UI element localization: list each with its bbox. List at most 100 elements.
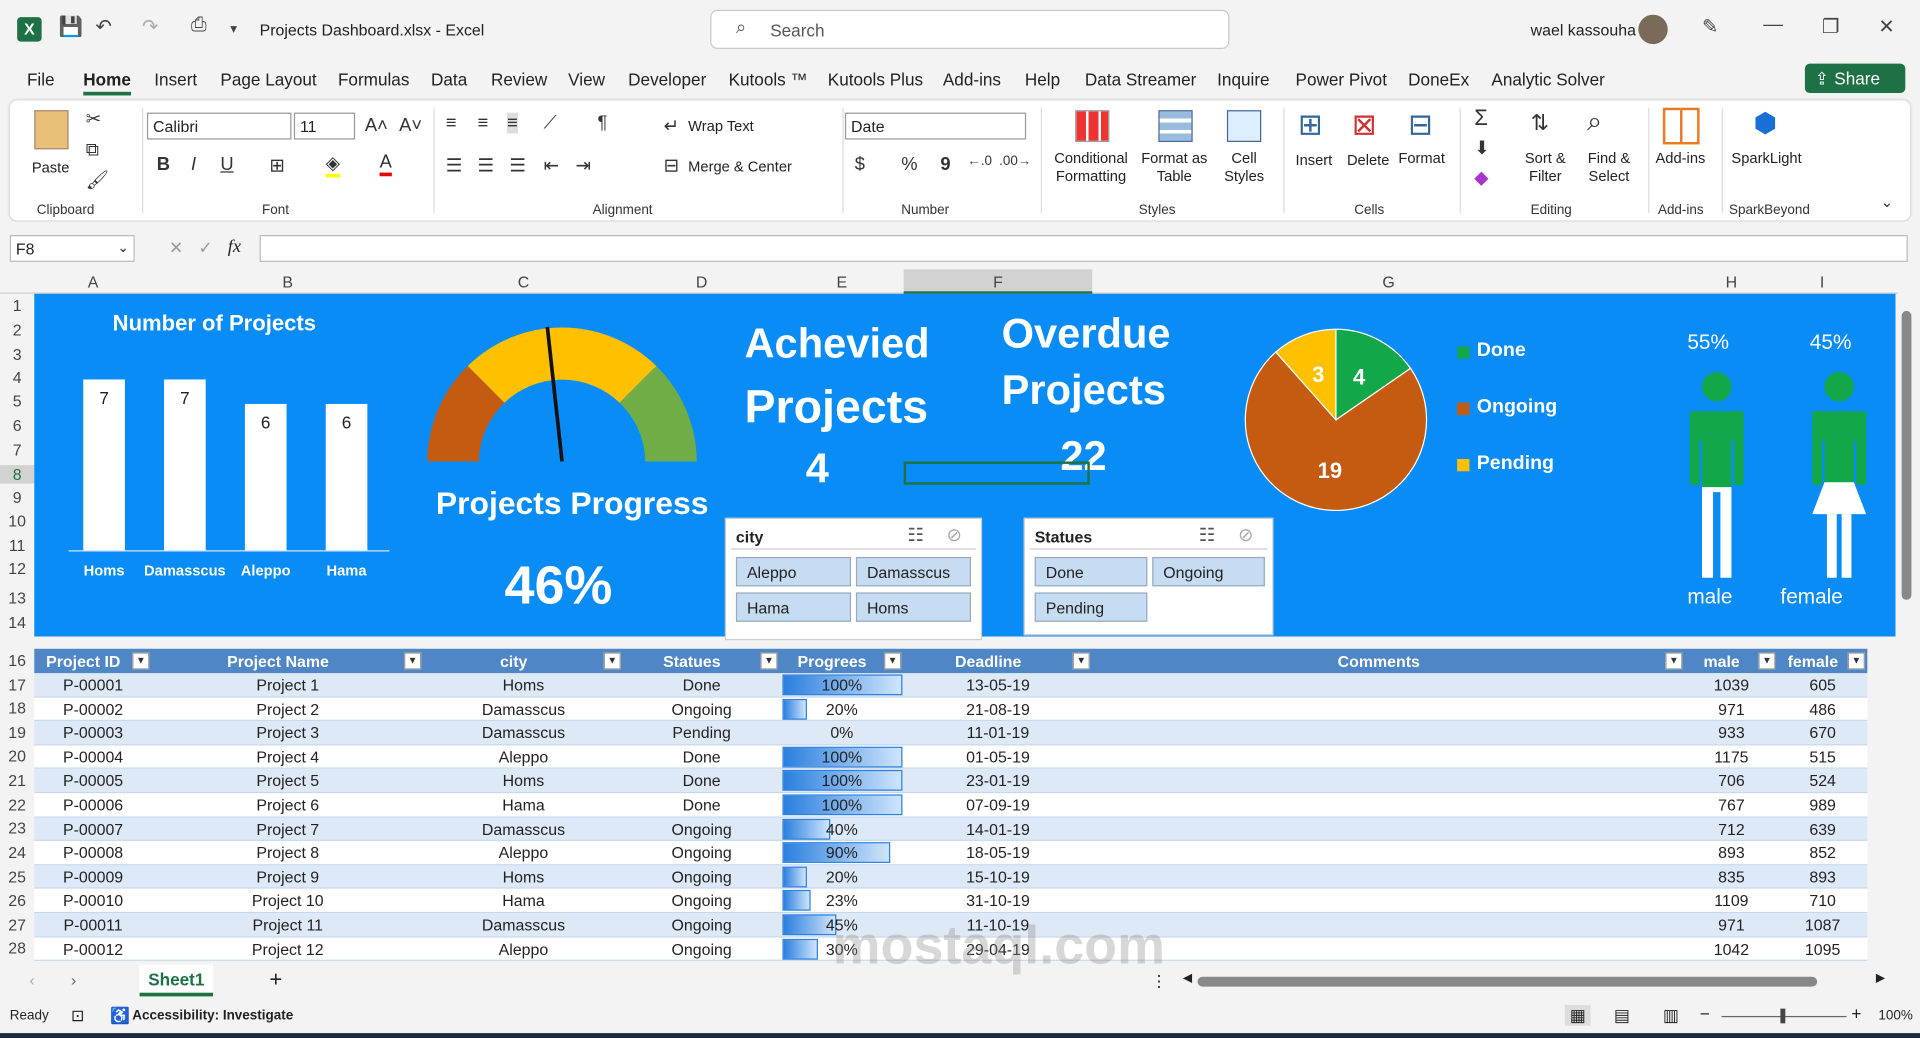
- table-cell[interactable]: Ongoing: [623, 916, 780, 934]
- filter-dropdown-icon[interactable]: ▼: [1665, 652, 1683, 670]
- camera-icon[interactable]: ⎙: [191, 15, 207, 37]
- table-cell[interactable]: P-00010: [34, 892, 152, 910]
- table-cell[interactable]: 20%: [780, 700, 904, 718]
- table-cell[interactable]: 893: [1685, 844, 1778, 862]
- table-cell[interactable]: 1042: [1685, 940, 1778, 958]
- row-header[interactable]: 17: [0, 676, 34, 694]
- normal-view-icon[interactable]: ▦: [1564, 1004, 1591, 1026]
- merge-center-icon[interactable]: ⊟: [664, 154, 679, 176]
- menu-tab[interactable]: DoneEx: [1408, 70, 1469, 90]
- table-cell[interactable]: 11-01-19: [904, 724, 1093, 742]
- table-cell[interactable]: Project 7: [152, 820, 424, 838]
- horizontal-scrollbar[interactable]: ◀ ▶: [1183, 972, 1891, 989]
- format-cells-button[interactable]: Format: [1398, 149, 1445, 167]
- accessibility-status[interactable]: Accessibility: Investigate: [132, 1009, 293, 1024]
- table-cell[interactable]: Damasscus: [424, 916, 624, 934]
- city-slicer-item[interactable]: Hama: [735, 592, 852, 622]
- menu-tab[interactable]: Add-ins: [943, 70, 1001, 90]
- table-cell[interactable]: 1039: [1685, 676, 1778, 694]
- merge-center-button[interactable]: Merge & Center: [688, 158, 792, 176]
- zoom-slider-thumb[interactable]: [1780, 1008, 1786, 1024]
- fill-icon[interactable]: ⬇: [1474, 137, 1489, 159]
- table-cell[interactable]: 710: [1778, 892, 1867, 910]
- filter-dropdown-icon[interactable]: ▼: [404, 652, 422, 670]
- table-cell[interactable]: 31-10-19: [904, 892, 1093, 910]
- table-cell[interactable]: P-00008: [34, 844, 152, 862]
- row-header[interactable]: 24: [0, 843, 34, 861]
- table-cell[interactable]: 1175: [1685, 748, 1778, 766]
- table-cell[interactable]: 0%: [780, 724, 904, 742]
- autosum-icon[interactable]: Σ: [1474, 105, 1488, 131]
- menu-tab[interactable]: Developer: [628, 70, 706, 90]
- undo-icon[interactable]: ↶: [96, 15, 112, 39]
- table-cell[interactable]: Done: [623, 796, 780, 814]
- sort-filter-button[interactable]: Sort & Filter: [1521, 149, 1570, 186]
- column-header[interactable]: A: [34, 273, 152, 291]
- cell-styles-button[interactable]: Cell Styles: [1217, 149, 1271, 186]
- menu-tab[interactable]: Data: [431, 70, 467, 90]
- column-header[interactable]: G: [1092, 273, 1685, 291]
- filter-dropdown-icon[interactable]: ▼: [603, 652, 621, 670]
- menu-tab[interactable]: View: [568, 70, 605, 90]
- table-cell[interactable]: 14-01-19: [904, 820, 1093, 838]
- multi-select-icon[interactable]: ☷: [907, 524, 923, 546]
- city-slicer-item[interactable]: Damasscus: [855, 556, 972, 587]
- minimize-icon[interactable]: —: [1763, 15, 1783, 37]
- pen-icon[interactable]: ✎: [1702, 15, 1718, 39]
- table-cell[interactable]: 18-05-19: [904, 844, 1093, 862]
- table-cell[interactable]: Damasscus: [424, 820, 624, 838]
- sparklight-button[interactable]: SparkLight: [1731, 149, 1801, 167]
- next-sheet-icon[interactable]: ›: [71, 971, 76, 989]
- table-cell[interactable]: 13-05-19: [904, 676, 1093, 694]
- formula-input[interactable]: [259, 235, 1908, 262]
- table-cell[interactable]: 1109: [1685, 892, 1778, 910]
- menu-tab[interactable]: Insert: [154, 70, 197, 90]
- status-slicer-item[interactable]: Pending: [1034, 592, 1148, 622]
- delete-cells-button[interactable]: Delete: [1347, 152, 1389, 170]
- row-header[interactable]: 4: [0, 368, 34, 386]
- decrease-font-icon[interactable]: A˅: [399, 115, 422, 136]
- row-header[interactable]: 26: [0, 891, 34, 909]
- orientation-icon[interactable]: ⟋: [544, 113, 557, 134]
- menu-tab[interactable]: Data Streamer: [1085, 70, 1196, 90]
- table-cell[interactable]: Done: [623, 676, 780, 694]
- menu-tab[interactable]: Power Pivot: [1296, 70, 1387, 90]
- table-cell[interactable]: 515: [1778, 748, 1867, 766]
- status-slicer-item[interactable]: Ongoing: [1152, 556, 1265, 587]
- table-cell[interactable]: Project 8: [152, 844, 424, 862]
- increase-indent-icon[interactable]: ⇥: [576, 154, 591, 176]
- table-cell[interactable]: 639: [1778, 820, 1867, 838]
- table-cell[interactable]: 893: [1778, 868, 1867, 886]
- menu-tab[interactable]: Review: [491, 70, 547, 90]
- table-row[interactable]: P-00004 Project 4 Aleppo Done 100% 01-05-19 11…: [34, 745, 1868, 770]
- font-name-select[interactable]: Calibri: [146, 112, 292, 140]
- table-cell[interactable]: P-00001: [34, 676, 152, 694]
- menu-tab[interactable]: Formulas: [338, 70, 409, 90]
- italic-button[interactable]: I: [191, 154, 196, 175]
- status-slicer[interactable]: Statues ☷ ⊘ Done Ongoing Pending: [1023, 517, 1274, 636]
- table-cell[interactable]: Hama: [424, 796, 624, 814]
- row-header[interactable]: 27: [0, 916, 34, 934]
- redo-icon[interactable]: ↷: [142, 15, 158, 39]
- restore-icon[interactable]: ❐: [1822, 15, 1840, 39]
- table-cell[interactable]: P-00007: [34, 820, 152, 838]
- table-cell[interactable]: 20%: [780, 868, 904, 886]
- increase-font-icon[interactable]: A˄: [365, 115, 388, 136]
- add-sheet-icon[interactable]: +: [269, 967, 282, 993]
- table-cell[interactable]: 605: [1778, 676, 1867, 694]
- table-cell[interactable]: Homs: [424, 676, 624, 694]
- table-cell[interactable]: Aleppo: [424, 940, 624, 958]
- column-header[interactable]: E: [780, 273, 904, 291]
- avatar[interactable]: [1638, 14, 1668, 45]
- table-cell[interactable]: Ongoing: [623, 820, 780, 838]
- customize-qat-icon[interactable]: ▾: [230, 21, 237, 37]
- city-slicer[interactable]: city ☷ ⊘ Aleppo Damasscus Hama Homs: [724, 517, 983, 641]
- percent-button[interactable]: %: [901, 154, 917, 175]
- table-cell[interactable]: 670: [1778, 724, 1867, 742]
- table-cell[interactable]: 933: [1685, 724, 1778, 742]
- scroll-thumb[interactable]: [1901, 310, 1912, 600]
- underline-button[interactable]: U: [220, 154, 233, 175]
- table-cell[interactable]: Done: [623, 772, 780, 790]
- menu-tab[interactable]: Kutools ™: [729, 70, 808, 90]
- bar-chart[interactable]: 7 Homs 7 Damasscus 6 Aleppo 6 Hama: [34, 294, 401, 588]
